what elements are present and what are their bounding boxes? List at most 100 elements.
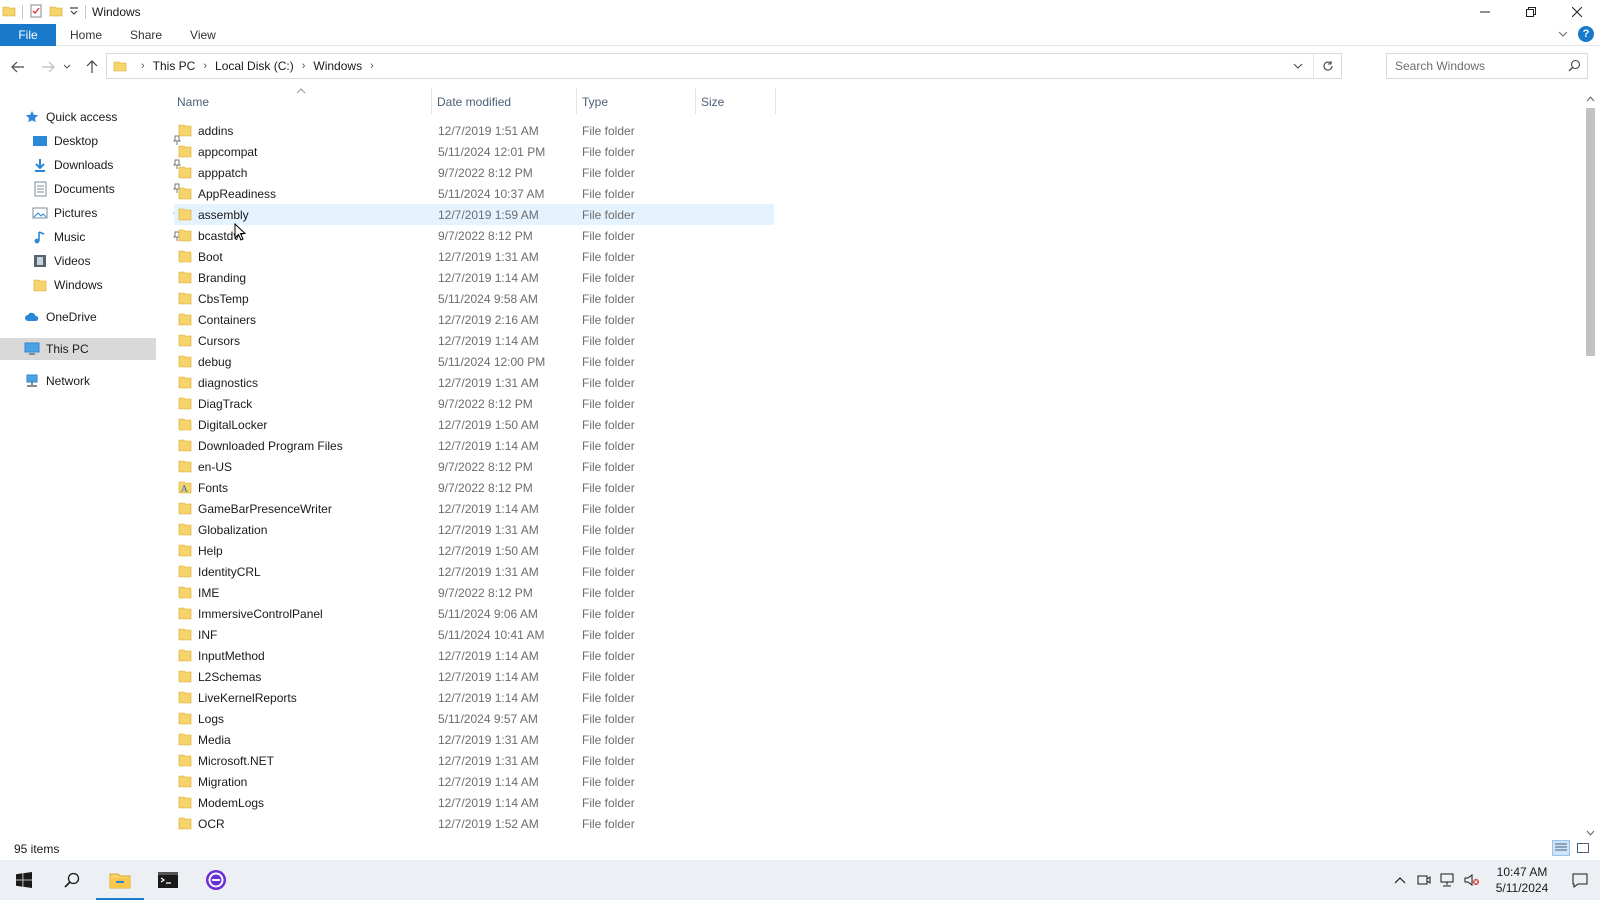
scrollbar-thumb[interactable] xyxy=(1586,108,1595,356)
chevron-right-icon[interactable]: › xyxy=(302,60,306,72)
column-divider[interactable] xyxy=(695,88,696,114)
file-row[interactable]: Migration 12/7/2019 1:14 AM File folder xyxy=(174,771,774,792)
nav-item-desktop[interactable]: Desktop xyxy=(32,130,182,152)
large-icons-view-button[interactable] xyxy=(1574,840,1592,856)
file-row[interactable]: Containers 12/7/2019 2:16 AM File folder xyxy=(174,309,774,330)
minimize-button[interactable] xyxy=(1462,0,1508,24)
file-row[interactable]: Globalization 12/7/2019 1:31 AM File folde… xyxy=(174,519,774,540)
column-divider[interactable] xyxy=(775,88,776,114)
file-row[interactable]: diagnostics 12/7/2019 1:31 AM File folder xyxy=(174,372,774,393)
nav-item-pictures[interactable]: Pictures xyxy=(32,202,182,224)
app-taskbar-button[interactable] xyxy=(192,860,240,900)
file-row[interactable]: ModemLogs 12/7/2019 1:14 AM File folder xyxy=(174,792,774,813)
volume-muted-icon[interactable] xyxy=(1460,860,1484,900)
nav-quick-access[interactable]: Quick access xyxy=(24,106,117,128)
file-row[interactable]: Downloaded Program Files 12/7/2019 1:14 A… xyxy=(174,435,774,456)
breadcrumb-this-pc[interactable]: This PC xyxy=(153,59,196,73)
chevron-right-icon[interactable]: › xyxy=(370,60,374,72)
search-input[interactable] xyxy=(1395,59,1555,73)
back-button[interactable] xyxy=(6,55,30,79)
file-row[interactable]: apppatch 9/7/2022 8:12 PM File folder xyxy=(174,162,774,183)
file-row[interactable]: addins 12/7/2019 1:51 AM File folder xyxy=(174,120,774,141)
scroll-up-button[interactable] xyxy=(1582,92,1598,106)
help-icon[interactable]: ? xyxy=(1578,26,1594,42)
file-row[interactable]: A Fonts 9/7/2022 8:12 PM File folder xyxy=(174,477,774,498)
nav-onedrive[interactable]: OneDrive xyxy=(24,306,97,328)
search-box[interactable] xyxy=(1386,53,1588,79)
file-row[interactable]: INF 5/11/2024 10:41 AM File folder xyxy=(174,624,774,645)
file-row[interactable]: OCR 12/7/2019 1:52 AM File folder xyxy=(174,813,774,834)
nav-item-documents[interactable]: Documents xyxy=(32,178,182,200)
tab-file[interactable]: File xyxy=(0,23,56,46)
new-folder-icon[interactable] xyxy=(49,4,63,21)
breadcrumb-local-disk[interactable]: Local Disk (C:) xyxy=(215,59,294,73)
tab-home[interactable]: Home xyxy=(56,24,116,46)
file-row[interactable]: CbsTemp 5/11/2024 9:58 AM File folder xyxy=(174,288,774,309)
chevron-right-icon[interactable]: › xyxy=(203,60,207,72)
column-header-type[interactable]: Type xyxy=(582,92,692,112)
forward-button[interactable] xyxy=(36,55,60,79)
recent-locations-dropdown[interactable] xyxy=(60,55,74,79)
clock[interactable]: 10:47 AM 5/11/2024 xyxy=(1484,864,1560,896)
chevron-right-icon[interactable]: › xyxy=(141,60,145,72)
refresh-button[interactable] xyxy=(1313,54,1341,78)
up-button[interactable] xyxy=(80,55,104,79)
nav-this-pc[interactable]: This PC xyxy=(0,338,156,360)
network-tray-icon[interactable] xyxy=(1436,860,1460,900)
close-button[interactable] xyxy=(1554,0,1600,24)
tab-share[interactable]: Share xyxy=(116,24,176,46)
file-explorer-taskbar-button[interactable] xyxy=(96,860,144,900)
vertical-scrollbar[interactable] xyxy=(1582,92,1598,840)
file-row[interactable]: LiveKernelReports 12/7/2019 1:14 AM File f… xyxy=(174,687,774,708)
file-row[interactable]: en-US 9/7/2022 8:12 PM File folder xyxy=(174,456,774,477)
file-row[interactable]: Logs 5/11/2024 9:57 AM File folder xyxy=(174,708,774,729)
tab-view[interactable]: View xyxy=(176,24,230,46)
notifications-icon[interactable] xyxy=(1560,860,1600,900)
file-row[interactable]: Microsoft.NET 12/7/2019 1:31 AM File folde… xyxy=(174,750,774,771)
nav-network[interactable]: Network xyxy=(24,370,90,392)
file-row[interactable]: assembly 12/7/2019 1:59 AM File folder xyxy=(174,204,774,225)
search-taskbar-button[interactable] xyxy=(48,860,96,900)
file-row[interactable]: DiagTrack 9/7/2022 8:12 PM File folder xyxy=(174,393,774,414)
file-row[interactable]: DigitalLocker 12/7/2019 1:50 AM File folde… xyxy=(174,414,774,435)
meet-now-icon[interactable] xyxy=(1412,860,1436,900)
file-row[interactable]: Cursors 12/7/2019 1:14 AM File folder xyxy=(174,330,774,351)
file-date-modified: 9/7/2022 8:12 PM xyxy=(438,228,533,243)
address-history-dropdown[interactable] xyxy=(1287,54,1309,78)
search-icon[interactable] xyxy=(1568,59,1581,75)
file-row[interactable]: Boot 12/7/2019 1:31 AM File folder xyxy=(174,246,774,267)
file-row[interactable]: Branding 12/7/2019 1:14 AM File folder xyxy=(174,267,774,288)
file-row[interactable]: debug 5/11/2024 12:00 PM File folder xyxy=(174,351,774,372)
nav-item-videos[interactable]: Videos xyxy=(32,250,156,272)
nav-item-music[interactable]: Music xyxy=(32,226,182,248)
nav-item-windows[interactable]: Windows xyxy=(32,274,156,296)
file-row[interactable]: GameBarPresenceWriter 12/7/2019 1:14 AM Fi… xyxy=(174,498,774,519)
file-row[interactable]: Media 12/7/2019 1:31 AM File folder xyxy=(174,729,774,750)
file-row[interactable]: Help 12/7/2019 1:50 AM File folder xyxy=(174,540,774,561)
nav-item-downloads[interactable]: Downloads xyxy=(32,154,182,176)
customize-toolbar-dropdown-icon[interactable] xyxy=(69,5,79,19)
file-row[interactable]: IdentityCRL 12/7/2019 1:31 AM File folder xyxy=(174,561,774,582)
details-view-button[interactable] xyxy=(1552,840,1570,856)
scroll-down-button[interactable] xyxy=(1582,826,1598,840)
chevron-up-icon[interactable] xyxy=(1388,860,1412,900)
file-row[interactable]: L2Schemas 12/7/2019 1:14 AM File folder xyxy=(174,666,774,687)
file-row[interactable]: ImmersiveControlPanel 5/11/2024 9:06 AM Fi… xyxy=(174,603,774,624)
file-row[interactable]: bcastdvr 9/7/2022 8:12 PM File folder xyxy=(174,225,774,246)
column-header-date-modified[interactable]: Date modified xyxy=(437,92,575,112)
column-divider[interactable] xyxy=(576,88,577,114)
start-button[interactable] xyxy=(0,860,48,900)
column-header-name[interactable]: Name xyxy=(177,92,427,112)
address-bar[interactable]: › This PC › Local Disk (C:) › Windows › xyxy=(106,53,1342,79)
properties-icon[interactable] xyxy=(29,4,43,21)
column-divider[interactable] xyxy=(431,88,432,114)
terminal-taskbar-button[interactable] xyxy=(144,860,192,900)
file-row[interactable]: appcompat 5/11/2024 12:01 PM File folder xyxy=(174,141,774,162)
file-row[interactable]: InputMethod 12/7/2019 1:14 AM File folder xyxy=(174,645,774,666)
breadcrumb-windows[interactable]: Windows xyxy=(313,59,362,73)
expand-ribbon-icon[interactable] xyxy=(1558,27,1568,41)
file-row[interactable]: AppReadiness 5/11/2024 10:37 AM File folde… xyxy=(174,183,774,204)
restore-button[interactable] xyxy=(1508,0,1554,24)
column-header-size[interactable]: Size xyxy=(701,92,771,112)
file-row[interactable]: IME 9/7/2022 8:12 PM File folder xyxy=(174,582,774,603)
